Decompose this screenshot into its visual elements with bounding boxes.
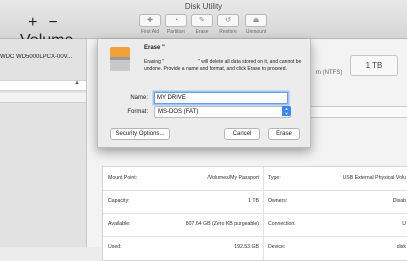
volume-format-text: m (NTFS) <box>316 70 343 76</box>
name-label: Name: <box>130 95 148 101</box>
format-select[interactable]: MS-DOS (FAT) ▲ ▼ <box>154 106 291 118</box>
owners-value: Disab <box>392 198 406 204</box>
available-value: 807.64 GB (Zero KB purgeable) <box>185 221 259 227</box>
volume-size-badge: 1 TB <box>350 55 398 76</box>
used-value: 192.53 GB <box>234 244 259 250</box>
window-title: Disk Utility <box>184 2 223 11</box>
dialog-message-start: Erasing " <box>144 59 165 65</box>
add-volume-button[interactable]: + <box>25 14 41 32</box>
erase-button[interactable]: Erase <box>268 128 300 140</box>
first-aid-label: First Aid <box>140 29 160 35</box>
name-input[interactable]: MY DRIVE <box>154 92 288 104</box>
erase-icon: ✎ <box>191 14 213 27</box>
device-value: disk <box>396 244 406 250</box>
remove-volume-button[interactable]: − <box>45 14 61 32</box>
connection-label: Connection: <box>268 221 296 227</box>
plus-icon: + <box>28 14 38 31</box>
owners-label: Owners: <box>268 198 288 204</box>
format-label: Format: <box>127 109 148 115</box>
divider <box>103 213 407 214</box>
mount-point-label: Mount Point: <box>108 175 138 181</box>
type-value: USB External Physical Volu <box>342 175 406 181</box>
dialog-title-text: Erase <box>144 45 161 51</box>
first-aid-button[interactable]: ✚ First Aid <box>138 14 162 35</box>
erase-label: Erase <box>195 29 209 35</box>
capacity-value: 1 TB <box>248 198 259 204</box>
sidebar-item[interactable] <box>0 93 86 103</box>
dialog-message: Erasing " " will delete all data stored o… <box>144 59 304 72</box>
restore-icon: ↺ <box>217 14 239 27</box>
dialog-title-quote: " <box>162 45 165 51</box>
divider <box>103 190 407 191</box>
external-drive-icon <box>110 47 130 71</box>
chevron-updown-icon: ▲ ▼ <box>282 106 291 116</box>
sidebar-disk-name[interactable]: WDC WD5000LPCX-00V... <box>0 54 86 60</box>
restore-label: Restore <box>219 29 237 35</box>
available-label: Available: <box>108 221 131 227</box>
partition-icon: ◔ <box>165 14 187 27</box>
mount-point-value: /Volumes/My Passport <box>207 175 259 181</box>
device-label: Device: <box>268 244 286 250</box>
redacted-name <box>164 59 199 65</box>
erase-dialog: Erase " Erasing " " will delete all data … <box>97 39 311 148</box>
security-options-button[interactable]: Security Options... <box>110 128 170 140</box>
divider <box>103 236 407 237</box>
used-label: Used: <box>108 244 122 250</box>
unmount-button[interactable]: ⏏ Unmount <box>244 14 268 35</box>
partition-button[interactable]: ◔ Partition <box>164 14 188 35</box>
minus-icon: − <box>48 14 58 31</box>
connection-value: U <box>402 221 406 227</box>
eject-icon[interactable]: ▲ <box>74 80 80 86</box>
unmount-label: Unmount <box>245 29 267 35</box>
restore-button[interactable]: ↺ Restore <box>216 14 240 35</box>
partition-label: Partition <box>166 29 186 35</box>
erase-toolbar-button[interactable]: ✎ Erase <box>190 14 214 35</box>
sidebar <box>0 39 87 247</box>
dialog-title: Erase " <box>144 45 165 51</box>
stethoscope-icon: ✚ <box>139 14 161 27</box>
capacity-label: Capacity: <box>108 198 130 204</box>
unmount-icon: ⏏ <box>245 14 267 27</box>
cancel-button[interactable]: Cancel <box>224 128 260 140</box>
type-label: Type: <box>268 175 281 181</box>
format-selected-value: MS-DOS (FAT) <box>158 109 199 115</box>
